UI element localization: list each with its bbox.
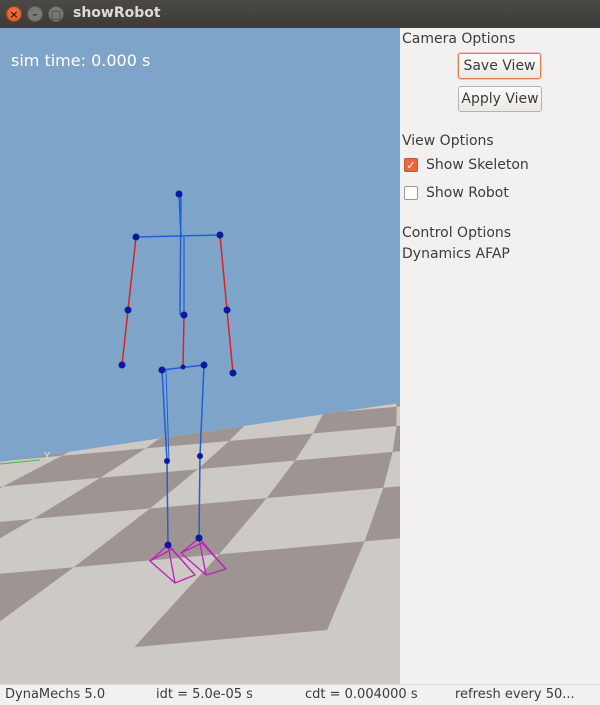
- scene-canvas: Y: [0, 190, 400, 684]
- floor-tile: [199, 403, 274, 409]
- floor-tile: [239, 356, 284, 367]
- floor-tile: [206, 344, 243, 352]
- floor-tile: [165, 352, 206, 361]
- floor-tile: [375, 350, 400, 361]
- floor-tile: [276, 338, 316, 346]
- status-refresh: refresh every 50...: [455, 687, 575, 702]
- close-window-button[interactable]: ×: [6, 6, 22, 22]
- control-mode-value: Dynamics AFAP: [402, 246, 510, 262]
- status-version: DynaMechs 5.0: [5, 687, 106, 702]
- save-view-button[interactable]: Save View: [458, 53, 541, 79]
- floor-tile: [133, 350, 173, 358]
- bone-pelvis: [182, 314, 185, 368]
- title-bar: × – □ showRobot: [0, 0, 600, 28]
- bone-spine: [179, 193, 182, 316]
- floor-tile: [120, 379, 186, 394]
- bone-shoulders: [135, 234, 221, 238]
- floor-tile: [317, 339, 361, 347]
- view-options-heading: View Options: [402, 133, 494, 149]
- apply-view-button[interactable]: Apply View: [458, 86, 542, 112]
- sim-time-readout: sim time: 0.000 s: [11, 51, 151, 70]
- minimize-icon: –: [32, 7, 38, 21]
- close-icon: ×: [9, 7, 19, 21]
- floor-tile: [332, 361, 387, 374]
- maximize-window-button[interactable]: □: [48, 6, 64, 22]
- checkmark-icon: ✓: [406, 158, 416, 172]
- floor-tile: [243, 345, 283, 354]
- simulation-viewport[interactable]: Y sim time: 0.000 s: [0, 28, 400, 684]
- floor-tile: [283, 358, 332, 370]
- bone-right-upper-arm: [219, 234, 228, 311]
- floor-tile: [387, 365, 400, 380]
- maximize-icon: □: [50, 7, 62, 21]
- floor-tile: [274, 374, 333, 390]
- show-robot-label[interactable]: Show Robot: [426, 185, 509, 201]
- status-idt: idt = 5.0e-05 s: [156, 687, 253, 702]
- axis-label-y: Y: [43, 451, 51, 462]
- floor-tile: [69, 403, 157, 421]
- bone-left-forearm: [121, 309, 129, 366]
- bone-right-shin: [198, 455, 201, 539]
- floor-tile: [103, 409, 200, 433]
- bone-left-upper-arm: [127, 236, 137, 311]
- status-bar: DynaMechs 5.0 idt = 5.0e-05 s cdt = 0.00…: [0, 684, 600, 705]
- floor-tile: [39, 403, 120, 411]
- floor-tile: [200, 354, 243, 364]
- show-robot-checkbox[interactable]: [404, 186, 418, 200]
- bone-left-shin: [166, 460, 169, 546]
- floor-tile: [0, 420, 69, 446]
- floor-tile: [390, 332, 400, 340]
- show-skeleton-label[interactable]: Show Skeleton: [426, 157, 529, 173]
- camera-options-heading: Camera Options: [402, 31, 516, 47]
- floor-tile: [87, 375, 148, 388]
- status-cdt: cdt = 0.004000 s: [305, 687, 418, 702]
- window-title: showRobot: [73, 5, 161, 21]
- floor-tile: [345, 332, 390, 339]
- floor-tile: [330, 380, 395, 398]
- minimize-window-button[interactable]: –: [27, 6, 43, 22]
- floor-tile: [282, 347, 326, 356]
- floor-tile: [326, 348, 375, 358]
- floor-tile: [361, 340, 400, 349]
- control-options-heading: Control Options: [402, 225, 512, 241]
- show-skeleton-checkbox[interactable]: ✓: [404, 158, 418, 172]
- bone-right-forearm: [226, 309, 234, 374]
- control-panel: Camera Options Save View Apply View View…: [400, 28, 600, 684]
